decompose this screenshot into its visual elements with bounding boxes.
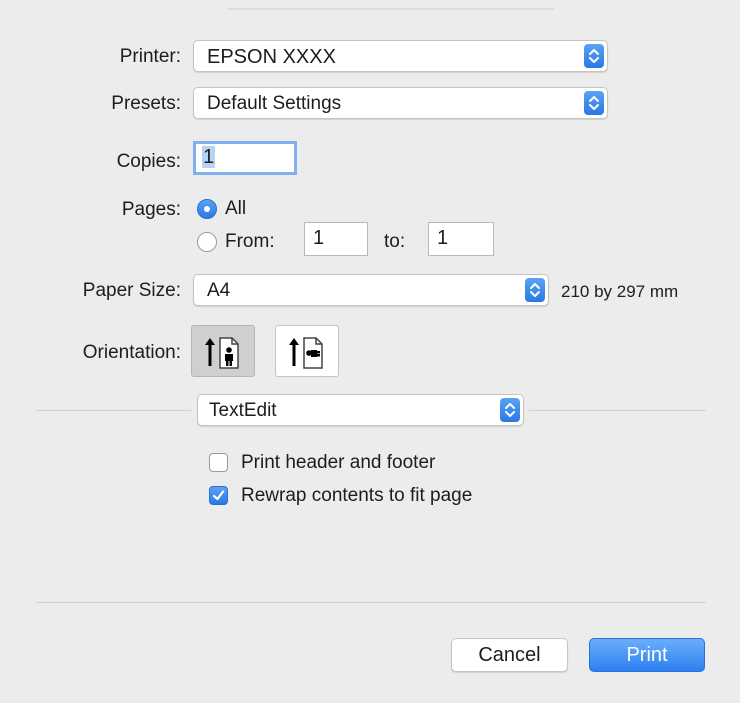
top-divider (228, 8, 554, 10)
print-header-footer-checkbox[interactable] (209, 453, 228, 472)
pages-all-label: All (225, 198, 247, 219)
orientation-landscape-button[interactable] (275, 325, 339, 377)
up-down-chevron-icon (500, 398, 520, 422)
printer-popup[interactable]: EPSON XXXX (193, 40, 608, 72)
presets-popup[interactable]: Default Settings (193, 87, 608, 119)
app-section-popup[interactable]: TextEdit (197, 394, 524, 426)
presets-label: Presets: (111, 93, 181, 114)
printer-value: EPSON XXXX (207, 46, 336, 68)
pages-to-label: to: (384, 231, 406, 252)
pages-from-value: 1 (313, 227, 325, 249)
rewrap-contents-checkbox[interactable] (209, 486, 228, 505)
pages-from-radio[interactable] (197, 232, 217, 252)
printer-label: Printer: (119, 46, 181, 67)
paper-size-popup[interactable]: A4 (193, 274, 549, 306)
cancel-button[interactable]: Cancel (451, 638, 568, 672)
pages-to-field[interactable]: 1 (428, 222, 494, 256)
up-down-chevron-icon (584, 44, 604, 68)
paper-size-label: Paper Size: (82, 280, 181, 301)
orientation-label: Orientation: (82, 342, 181, 363)
paper-size-value: A4 (207, 280, 231, 301)
app-section-value: TextEdit (209, 400, 277, 421)
landscape-page-icon (289, 337, 323, 369)
pages-from-field[interactable]: 1 (304, 222, 368, 256)
orientation-portrait-button[interactable] (191, 325, 255, 377)
presets-value: Default Settings (207, 93, 342, 114)
section-divider-left (36, 410, 191, 411)
paper-size-dimensions: 210 by 297 mm (561, 282, 679, 301)
portrait-page-icon (205, 337, 239, 369)
print-dialog: Printer: EPSON XXXX Presets: Default Set… (0, 0, 740, 703)
up-down-chevron-icon (525, 278, 545, 302)
pages-from-label: From: (225, 231, 275, 252)
section-divider-right (529, 410, 706, 411)
copies-field[interactable]: 1 (193, 141, 297, 175)
pages-label: Pages: (121, 199, 181, 220)
pages-to-value: 1 (437, 227, 449, 249)
up-down-chevron-icon (584, 91, 604, 115)
bottom-divider (36, 602, 706, 603)
print-header-footer-label: Print header and footer (241, 452, 436, 473)
print-button[interactable]: Print (589, 638, 705, 672)
pages-all-radio[interactable] (197, 199, 217, 219)
rewrap-contents-label: Rewrap contents to fit page (241, 485, 473, 506)
copies-label: Copies: (116, 151, 181, 172)
checkmark-icon (212, 490, 225, 501)
copies-value: 1 (202, 146, 216, 168)
